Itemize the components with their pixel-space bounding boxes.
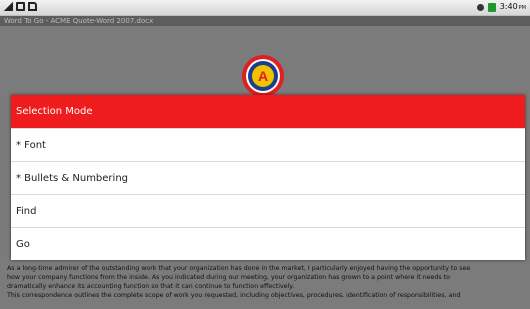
selection-mode-dialog: Selection Mode * Font * Bullets & Number…	[11, 95, 525, 260]
document-text-line: This correspondence outlines the complet…	[7, 292, 461, 299]
signal-icon	[3, 2, 13, 11]
sd-card-icon	[28, 2, 37, 11]
status-time-value: 3:40	[499, 2, 518, 11]
window-title: Word To Go - ACME Quote-Word 2007.docx	[4, 17, 154, 25]
sync-icon	[476, 4, 484, 11]
dialog-title: Selection Mode	[11, 95, 525, 128]
menu-item-go[interactable]: Go	[11, 227, 525, 260]
document-text-line: how your company functions from the insi…	[7, 274, 451, 281]
document-body-text: As a long-time admirer of the outstandin…	[7, 264, 527, 300]
status-time: 3:40PM	[500, 2, 526, 13]
acme-logo: A	[242, 55, 284, 97]
status-bar: 3:40PM	[0, 0, 530, 16]
document-text-line: dramatically enhance its accounting func…	[7, 283, 295, 290]
logo-letter: A	[258, 68, 268, 84]
status-icons-left	[3, 2, 37, 11]
status-icons-right: 3:40PM	[476, 2, 526, 13]
menu-item-font[interactable]: * Font	[11, 128, 525, 161]
document-text-line: As a long-time admirer of the outstandin…	[7, 265, 471, 272]
menu-item-find[interactable]: Find	[11, 194, 525, 227]
usb-icon	[16, 2, 25, 11]
window-title-bar: Word To Go - ACME Quote-Word 2007.docx	[0, 16, 530, 26]
battery-icon	[487, 3, 496, 12]
menu-item-bullets-numbering[interactable]: * Bullets & Numbering	[11, 161, 525, 194]
status-time-suffix: PM	[518, 5, 526, 11]
